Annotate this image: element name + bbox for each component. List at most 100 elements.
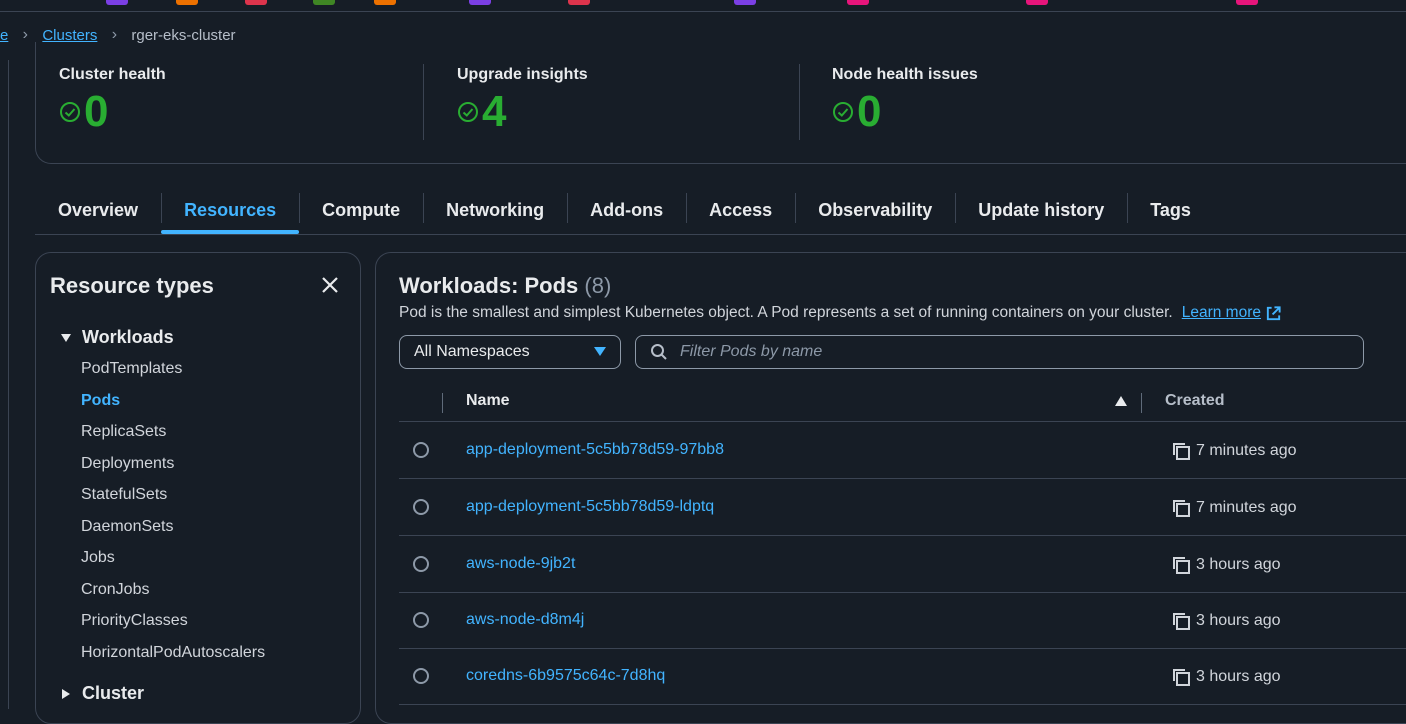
row-select-radio[interactable] [413, 442, 429, 458]
breadcrumb-link-truncated[interactable]: e [0, 27, 8, 44]
panel-title: Workloads: Pods (8) [399, 273, 611, 299]
metric-value[interactable]: 4 [482, 90, 506, 134]
service-shortcut[interactable] [1236, 0, 1258, 5]
node-health-issues-metric: Node health issues 0 [832, 66, 978, 134]
metric-label: Cluster health [59, 66, 166, 83]
column-divider[interactable] [1141, 393, 1142, 413]
row-select-radio[interactable] [413, 668, 429, 684]
breadcrumb-link-clusters[interactable]: Clusters [42, 27, 97, 44]
panel-description: Pod is the smallest and simplest Kuberne… [399, 304, 1282, 322]
tab-resources[interactable]: Resources [161, 188, 300, 234]
column-divider [442, 393, 443, 413]
breadcrumb-current: rger-eks-cluster [131, 26, 236, 44]
group-label: Workloads [82, 327, 174, 347]
service-shortcut[interactable] [106, 0, 128, 5]
namespace-select[interactable]: All Namespaces [399, 335, 621, 369]
service-shortcut[interactable] [469, 0, 491, 5]
group-label: Cluster [82, 683, 145, 703]
metric-label: Upgrade insights [457, 66, 588, 83]
column-header-name[interactable]: Name [466, 392, 510, 410]
cluster-tabs: Overview Resources Compute Networking Ad… [35, 188, 1406, 235]
pod-name-link[interactable]: app-deployment-5c5bb78d59-ldptq [466, 498, 714, 516]
nav-item-statefulsets[interactable]: StatefulSets [81, 486, 167, 504]
check-circle-icon [60, 102, 80, 122]
title-text: Workloads: Pods [399, 273, 579, 298]
nav-item-cronjobs[interactable]: CronJobs [81, 581, 149, 599]
check-circle-icon [458, 102, 478, 122]
copy-icon[interactable] [1171, 611, 1191, 631]
workloads-pods-panel: Workloads: Pods (8) Pod is the smallest … [375, 252, 1406, 724]
caret-right-icon [62, 688, 70, 699]
tab-tags[interactable]: Tags [1127, 188, 1214, 232]
tab-access[interactable]: Access [686, 188, 795, 232]
table-header: Name Created [399, 385, 1406, 422]
copy-icon[interactable] [1171, 441, 1191, 461]
metric-label: Node health issues [832, 66, 978, 83]
divider [423, 64, 424, 140]
workloads-group-toggle[interactable]: Workloads [60, 327, 174, 348]
pod-count: (8) [584, 273, 612, 298]
pod-name-link[interactable]: app-deployment-5c5bb78d59-97bb8 [466, 441, 724, 459]
resource-types-panel: Resource types Workloads PodTemplates Po… [35, 252, 361, 724]
tab-add-ons[interactable]: Add-ons [567, 188, 686, 232]
created-time: 3 hours ago [1196, 668, 1281, 685]
nav-item-priorityclasses[interactable]: PriorityClasses [81, 612, 188, 630]
service-shortcut[interactable] [245, 0, 267, 5]
divider [799, 64, 800, 140]
cluster-health-metric: Cluster health 0 [59, 66, 166, 134]
nav-item-pods[interactable]: Pods [81, 392, 120, 410]
tab-update-history[interactable]: Update history [955, 188, 1127, 232]
cluster-group-toggle[interactable]: Cluster [60, 683, 144, 704]
cluster-health-card [35, 42, 1406, 164]
external-link-icon[interactable] [1265, 305, 1282, 322]
filter-pods-field[interactable] [635, 335, 1364, 369]
sort-ascending-icon[interactable] [1114, 395, 1128, 407]
service-shortcut-bar [0, 0, 1406, 12]
copy-icon[interactable] [1171, 667, 1191, 687]
created-time: 7 minutes ago [1196, 442, 1297, 459]
tab-compute[interactable]: Compute [299, 188, 423, 232]
created-time: 7 minutes ago [1196, 499, 1297, 516]
metric-value[interactable]: 0 [84, 90, 108, 134]
copy-icon[interactable] [1171, 498, 1191, 518]
table-row: app-deployment-5c5bb78d59-97bb8 7 minute… [399, 422, 1406, 479]
created-time: 3 hours ago [1196, 612, 1281, 629]
nav-item-replicasets[interactable]: ReplicaSets [81, 423, 166, 441]
service-shortcut[interactable] [313, 0, 335, 5]
nav-item-deployments[interactable]: Deployments [81, 455, 174, 473]
nav-item-jobs[interactable]: Jobs [81, 549, 115, 567]
nav-item-daemonsets[interactable]: DaemonSets [81, 518, 174, 536]
nav-item-horizontalpodautoscalers[interactable]: HorizontalPodAutoscalers [81, 644, 265, 662]
table-row: app-deployment-5c5bb78d59-ldptq 7 minute… [399, 479, 1406, 536]
filter-pods-input[interactable] [678, 342, 1282, 362]
table-row: aws-node-d8m4j 3 hours ago [399, 592, 1406, 649]
panel-title: Resource types [50, 273, 214, 298]
close-icon[interactable] [318, 273, 342, 297]
service-shortcut[interactable] [374, 0, 396, 5]
upgrade-insights-metric: Upgrade insights 4 [457, 66, 588, 134]
side-navigation-edge [0, 60, 9, 709]
tab-networking[interactable]: Networking [423, 188, 567, 232]
service-shortcut[interactable] [568, 0, 590, 5]
tab-observability[interactable]: Observability [795, 188, 955, 232]
service-shortcut[interactable] [847, 0, 869, 5]
nav-item-podtemplates[interactable]: PodTemplates [81, 360, 182, 378]
row-select-radio[interactable] [413, 612, 429, 628]
copy-icon[interactable] [1171, 555, 1191, 575]
row-select-radio[interactable] [413, 556, 429, 572]
pod-name-link[interactable]: coredns-6b9575c64c-7d8hq [466, 667, 665, 685]
check-circle-icon [833, 102, 853, 122]
table-row: aws-node-9jb2t 3 hours ago [399, 536, 1406, 593]
service-shortcut[interactable] [1026, 0, 1048, 5]
service-shortcut[interactable] [176, 0, 198, 5]
column-header-created[interactable]: Created [1165, 392, 1225, 410]
pod-name-link[interactable]: aws-node-9jb2t [466, 555, 575, 573]
pod-name-link[interactable]: aws-node-d8m4j [466, 611, 584, 629]
service-shortcut[interactable] [734, 0, 756, 5]
row-select-radio[interactable] [413, 499, 429, 515]
search-icon [651, 344, 667, 360]
caret-down-icon [594, 347, 606, 356]
learn-more-link[interactable]: Learn more [1182, 304, 1261, 322]
metric-value[interactable]: 0 [857, 90, 881, 134]
tab-overview[interactable]: Overview [35, 188, 161, 232]
